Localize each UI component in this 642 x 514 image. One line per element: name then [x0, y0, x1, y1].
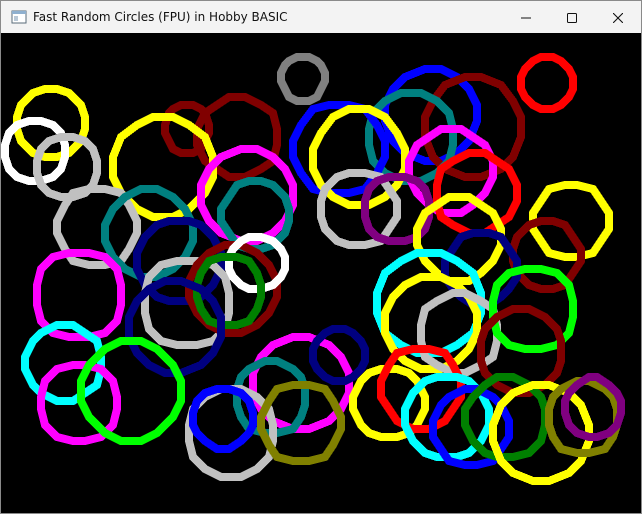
- circle-gray: [277, 53, 329, 105]
- app-window: Fast Random Circles (FPU) in Hobby BASIC: [0, 0, 642, 514]
- maximize-icon: [567, 8, 577, 27]
- circle-red: [517, 53, 577, 113]
- close-icon: [612, 8, 624, 27]
- title-bar[interactable]: Fast Random Circles (FPU) in Hobby BASIC: [1, 1, 641, 33]
- minimize-button[interactable]: [503, 1, 549, 33]
- window-title: Fast Random Circles (FPU) in Hobby BASIC: [33, 10, 288, 24]
- drawing-canvas: [1, 33, 641, 513]
- circle-lime: [77, 337, 185, 445]
- close-button[interactable]: [595, 1, 641, 33]
- maximize-button[interactable]: [549, 1, 595, 33]
- app-window-icon: [11, 9, 27, 25]
- random-circles-layer: [1, 53, 625, 485]
- minimize-icon: [521, 8, 531, 27]
